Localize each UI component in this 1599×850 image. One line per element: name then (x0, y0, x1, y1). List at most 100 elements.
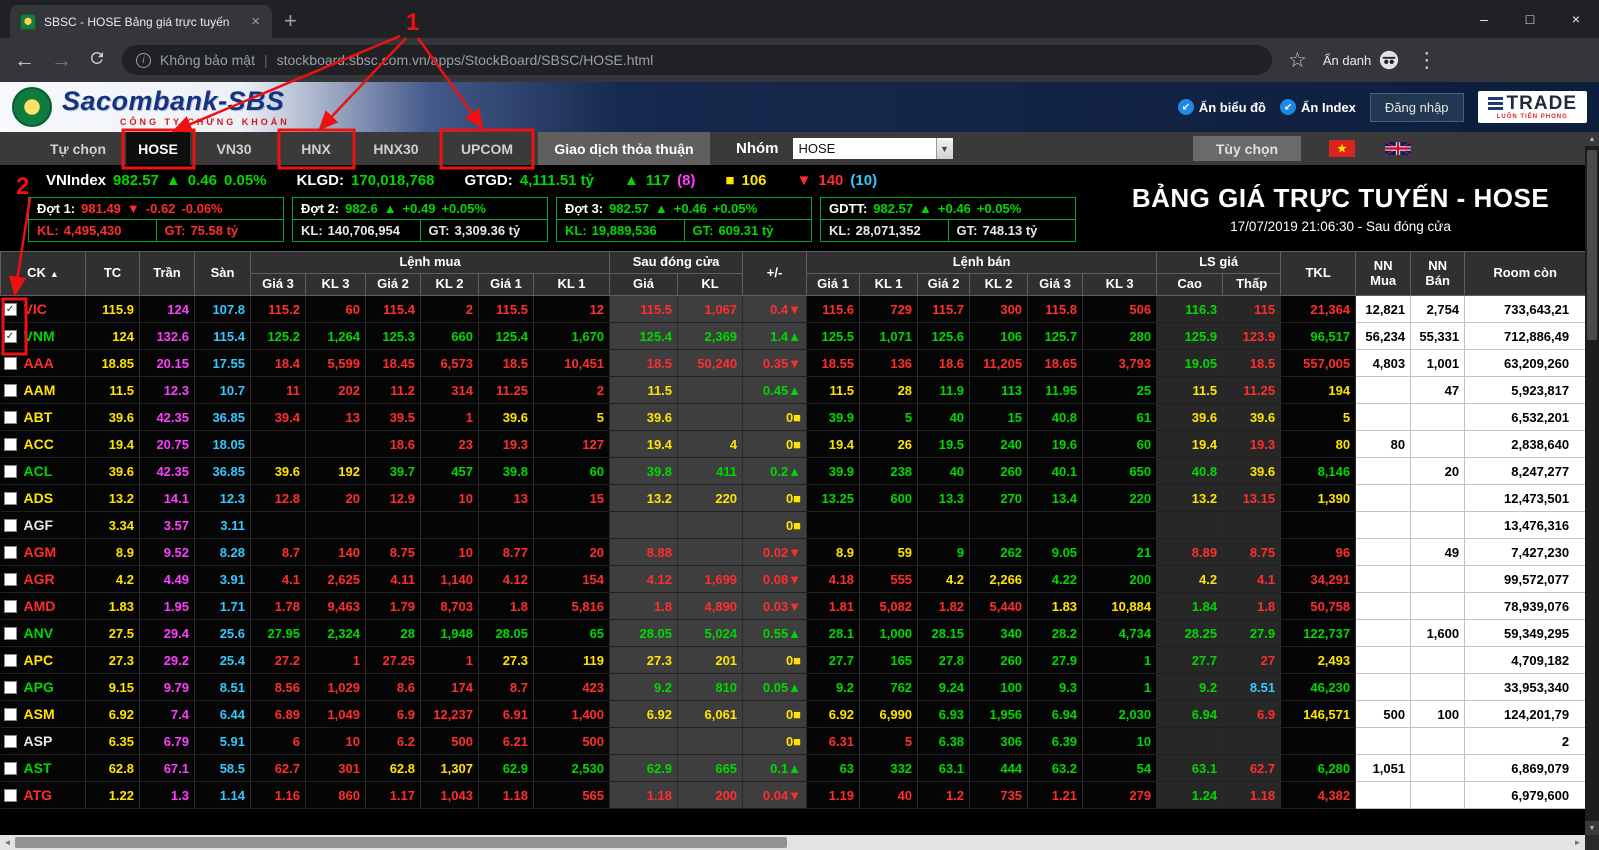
cell-tran: 42.35 (140, 404, 195, 431)
bookmark-star-icon[interactable]: ☆ (1288, 50, 1307, 71)
vertical-scrollbar[interactable]: ▲ ▼ (1585, 132, 1599, 835)
scroll-right-icon[interactable]: ► (1570, 835, 1585, 850)
stock-symbol[interactable]: AAA (24, 355, 54, 371)
row-checkbox[interactable] (4, 465, 17, 478)
tab-hose[interactable]: HOSE (126, 132, 190, 165)
row-checkbox[interactable] (4, 708, 17, 721)
browser-tab[interactable]: SBSC - HOSE Bảng giá trực tuyến × (10, 5, 272, 38)
stock-symbol[interactable]: ASP (24, 733, 53, 749)
page-info-icon[interactable]: i (136, 53, 151, 68)
cell-tkl: 557,005 (1281, 350, 1356, 377)
reload-button[interactable] (88, 49, 106, 71)
hide-index-link[interactable]: ↙ Ẩn Index (1280, 99, 1356, 115)
cell-mg2: 125.3 (366, 323, 421, 350)
site-logo[interactable]: Sacombank-SBS CÔNG TY CHỨNG KHOÁN (0, 87, 290, 127)
row-checkbox[interactable]: ✓ (4, 330, 17, 343)
cell-bk2: 100 (970, 674, 1028, 701)
horizontal-scrollbar-thumb[interactable] (15, 837, 787, 848)
new-tab-button[interactable]: + (284, 10, 297, 32)
english-flag-icon[interactable] (1385, 140, 1411, 157)
table-row: ABT39.642.3536.8539.41339.5139.6539.60■3… (1, 404, 1586, 431)
row-checkbox[interactable] (4, 411, 17, 424)
stock-symbol[interactable]: ATG (24, 787, 53, 803)
horizontal-scrollbar[interactable]: ◄ ► (0, 835, 1585, 850)
tab-hnx[interactable]: HNX (282, 132, 350, 165)
tab-upcom[interactable]: UPCOM (444, 132, 530, 165)
browser-menu-button[interactable]: ⋮ (1416, 50, 1437, 71)
scrollbar-corner (1585, 835, 1599, 850)
cell-cao: 125.9 (1157, 323, 1223, 350)
stock-symbol[interactable]: APG (24, 679, 54, 695)
vietnam-flag-icon[interactable] (1329, 140, 1355, 157)
scroll-left-icon[interactable]: ◄ (0, 835, 15, 850)
row-checkbox[interactable] (4, 492, 17, 505)
row-checkbox[interactable] (4, 357, 17, 370)
hide-chart-link[interactable]: ↙ Ẩn biểu đồ (1178, 99, 1266, 115)
row-checkbox[interactable] (4, 735, 17, 748)
table-row: APC27.329.225.427.2127.25127.311927.3201… (1, 647, 1586, 674)
session-kl-value: 28,071,352 (856, 223, 921, 238)
forward-button[interactable]: → (51, 50, 72, 71)
stock-symbol[interactable]: ADS (24, 490, 54, 506)
row-checkbox[interactable] (4, 681, 17, 694)
cell-room: 12,473,501 (1465, 485, 1586, 512)
tab-tu-chon[interactable]: Tự chọn (38, 132, 118, 165)
cell-thap: 1.18 (1223, 782, 1281, 809)
cell-bg2: 19.5 (918, 431, 970, 458)
stock-symbol[interactable]: AGM (24, 544, 57, 560)
row-checkbox[interactable] (4, 654, 17, 667)
options-button[interactable]: Tùy chọn (1193, 136, 1301, 161)
stock-symbol[interactable]: AGF (24, 517, 54, 533)
stock-symbol[interactable]: VIC (24, 301, 47, 317)
group-select[interactable]: HOSE ▼ (793, 138, 953, 159)
cell-thap: 115 (1223, 296, 1281, 323)
login-button[interactable]: Đăng nhập (1370, 93, 1464, 122)
cell-nnb (1411, 728, 1465, 755)
window-maximize-button[interactable]: □ (1507, 0, 1553, 38)
row-checkbox[interactable] (4, 627, 17, 640)
cell-mk3: 10 (306, 728, 366, 755)
stock-symbol[interactable]: ANV (24, 625, 54, 641)
stock-symbol[interactable]: VNM (24, 328, 55, 344)
row-checkbox[interactable] (4, 438, 17, 451)
row-checkbox[interactable] (4, 546, 17, 559)
stock-symbol[interactable]: AST (24, 760, 52, 776)
stock-symbol[interactable]: AMD (24, 598, 56, 614)
row-checkbox[interactable] (4, 384, 17, 397)
tab-close-icon[interactable]: × (249, 13, 262, 30)
table-row: ACC19.420.7518.0518.62319.312719.440■19.… (1, 431, 1586, 458)
stock-symbol[interactable]: ABT (24, 409, 53, 425)
row-checkbox[interactable] (4, 789, 17, 802)
column-header-ck[interactable]: CK▲ (1, 252, 86, 296)
cell-mk3: 2,625 (306, 566, 366, 593)
scroll-up-icon[interactable]: ▲ (1585, 132, 1599, 146)
cell-bg2: 115.7 (918, 296, 970, 323)
stock-symbol[interactable]: AGR (24, 571, 55, 587)
cell-bk1: 238 (860, 458, 918, 485)
window-minimize-button[interactable]: – (1461, 0, 1507, 38)
row-checkbox[interactable] (4, 762, 17, 775)
stock-symbol[interactable]: ACC (24, 436, 54, 452)
table-row: ✓VNM124132.6115.4125.21,264125.3660125.4… (1, 323, 1586, 350)
row-checkbox[interactable] (4, 573, 17, 586)
strade-logo[interactable]: TRADE LUÔN TIÊN PHONG (1478, 91, 1587, 123)
tab-vn30[interactable]: VN30 (202, 132, 266, 165)
row-checkbox[interactable] (4, 519, 17, 532)
row-checkbox[interactable]: ✓ (4, 303, 17, 316)
tab-hnx30[interactable]: HNX30 (360, 132, 432, 165)
cell-mg3: 18.4 (251, 350, 306, 377)
window-close-button[interactable]: × (1553, 0, 1599, 38)
row-checkbox[interactable] (4, 600, 17, 613)
stock-symbol[interactable]: APC (24, 652, 54, 668)
back-button[interactable]: ← (14, 50, 35, 71)
tab-thoa-thuan[interactable]: Giao dịch thỏa thuận (538, 132, 710, 165)
stock-symbol[interactable]: ASM (24, 706, 55, 722)
vertical-scrollbar-thumb[interactable] (1587, 150, 1597, 340)
hide-index-icon: ↙ (1280, 99, 1296, 115)
sbs-logo-icon (12, 87, 52, 127)
scroll-down-icon[interactable]: ▼ (1585, 821, 1599, 835)
address-bar[interactable]: i Không bảo mật | stockboard.sbsc.com.vn… (122, 45, 1272, 75)
cell-bk2: 2,266 (970, 566, 1028, 593)
stock-symbol[interactable]: AAM (24, 382, 56, 398)
stock-symbol[interactable]: ACL (24, 463, 53, 479)
